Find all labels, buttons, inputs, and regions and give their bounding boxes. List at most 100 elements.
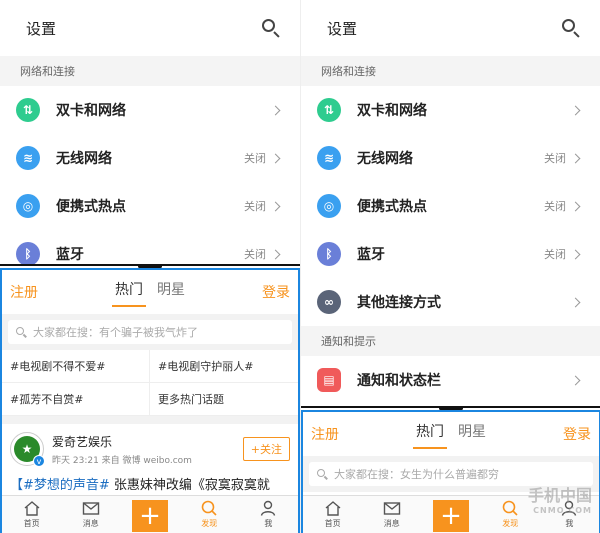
setting-row-wifi[interactable]: ≋ 无线网络 关闭 [0,134,300,182]
tab-profile[interactable]: 我 [239,496,298,533]
wifi-icon: ≋ [16,146,40,170]
tab-label: 首页 [23,519,40,528]
post-body: 张惠妹神改编《寂寞寂寞就 [109,478,270,493]
row-label: 通知和状态栏 [357,373,441,389]
plus-icon: + [132,499,168,532]
profile-icon [261,500,276,516]
row-value: 关闭 [544,200,566,213]
hotspot-icon: ◎ [317,194,341,218]
search-bar-wrap: 大家都在搜：有个骗子被我气炸了 [2,314,298,350]
tab-discover[interactable]: 发现 [180,496,239,533]
weibo-tabs: 热门 明星 [112,279,185,307]
compose-button[interactable]: + [421,496,480,533]
tab-messages[interactable]: 消息 [362,496,421,533]
section-header: 通知和提示 [301,326,600,356]
dual-sim-icon: ⇅ [317,98,341,122]
weibo-app-window: 注册 热门 明星 登录 大家都在搜：有个骗子被我气炸了 #电视剧不得不爱# #电… [0,268,300,533]
right-split-screen: 设置 网络和连接 ⇅ 双卡和网络 ≋ 无线网络 关闭 ◎ 便携式热点 关闭 ᛒ … [300,0,600,533]
feed-post[interactable]: ★ v 爱奇艺娱乐 昨天 23:21 来自 微博 weibo.com +关注 【#… [2,424,298,493]
settings-header: 设置 [0,0,300,56]
tab-stars[interactable]: 明星 [157,279,185,305]
row-value: 关闭 [244,200,266,213]
tab-label: 我 [264,519,273,528]
cnmo-watermark: 手机中国 CNMO.COM [528,482,592,515]
register-link[interactable]: 注册 [311,424,339,444]
discover-icon [201,500,217,516]
plus-icon: + [433,499,469,532]
home-icon [325,501,341,516]
row-value: 关闭 [544,248,566,261]
settings-header: 设置 [301,0,600,56]
settings-title: 设置 [26,19,57,38]
chevron-right-icon [570,153,581,163]
row-label: 便携式热点 [56,199,126,215]
setting-row-hotspot[interactable]: ◎ 便携式热点 关闭 [0,182,300,230]
search-input[interactable]: 大家都在搜：有个骗子被我气炸了 [8,320,292,344]
setting-row-bluetooth[interactable]: ᛒ 蓝牙 关闭 [301,230,600,278]
tab-label: 首页 [324,519,341,528]
post-hashtag[interactable]: 【#梦想的声音# [10,478,110,493]
post-text[interactable]: 【#梦想的声音# 张惠妹神改编《寂寞寂寞就 [10,474,290,493]
setting-row-hotspot[interactable]: ◎ 便携式热点 关闭 [301,182,600,230]
tab-label: 消息 [82,519,99,528]
more-topics-link[interactable]: 更多热门话题 [150,383,298,416]
chevron-right-icon [570,249,581,259]
row-label: 其他连接方式 [357,295,441,311]
row-value: 关闭 [244,152,266,165]
row-value: 关闭 [244,248,266,261]
tab-messages[interactable]: 消息 [61,496,120,533]
tab-stars[interactable]: 明星 [458,421,486,447]
chevron-right-icon [270,249,281,259]
home-icon [24,501,40,516]
topic-item[interactable]: #孤芳不自赏# [2,383,150,416]
follow-button[interactable]: +关注 [242,437,290,461]
bluetooth-icon: ᛒ [16,242,40,266]
row-label: 蓝牙 [56,247,84,263]
message-icon [383,502,400,515]
row-label: 双卡和网络 [56,103,126,119]
post-time: 昨天 23:21 来自 微博 weibo.com [52,455,192,466]
post-meta: 爱奇艺娱乐 昨天 23:21 来自 微博 weibo.com [52,433,243,466]
setting-row-wifi[interactable]: ≋ 无线网络 关闭 [301,134,600,182]
row-label: 无线网络 [357,151,413,167]
chevron-right-icon [270,105,281,115]
register-link[interactable]: 注册 [10,282,38,302]
setting-row-notifications[interactable]: ▤ 通知和状态栏 [301,356,600,404]
search-icon[interactable] [560,17,582,39]
row-label: 蓝牙 [357,247,385,263]
topic-item[interactable]: #电视剧不得不爱# [2,350,150,383]
tab-hot[interactable]: 热门 [413,421,447,449]
section-header: 网络和连接 [301,56,600,86]
search-placeholder: 大家都在搜：有个骗子被我气炸了 [33,326,198,339]
search-icon [16,326,27,338]
bottom-tab-bar: 首页 消息 + 发现 我 [2,495,298,533]
topic-item[interactable]: #电视剧守护丽人# [150,350,298,383]
post-author[interactable]: 爱奇艺娱乐 [52,433,243,450]
settings-title: 设置 [327,19,358,38]
wifi-icon: ≋ [317,146,341,170]
watermark-sub: CNMO.COM [533,506,592,515]
notification-icon: ▤ [317,368,341,392]
weibo-nav-bar: 注册 热门 明星 登录 [303,412,599,456]
row-label: 双卡和网络 [357,103,427,119]
tab-hot[interactable]: 热门 [112,279,146,307]
divider [2,416,298,424]
bluetooth-icon: ᛒ [317,242,341,266]
hotspot-icon: ◎ [16,194,40,218]
section-header: 网络和连接 [0,56,300,86]
setting-row-other-connections[interactable]: ∞ 其他连接方式 [301,278,600,326]
compose-button[interactable]: + [120,496,179,533]
message-icon [82,502,99,515]
login-link[interactable]: 登录 [262,282,290,302]
search-placeholder: 大家都在搜：女生为什么普遍都穷 [334,468,499,481]
login-link[interactable]: 登录 [563,424,591,444]
row-label: 便携式热点 [357,199,427,215]
dual-sim-icon: ⇅ [16,98,40,122]
search-icon[interactable] [260,17,282,39]
tab-home[interactable]: 首页 [303,496,362,533]
search-icon [317,468,328,480]
tab-home[interactable]: 首页 [2,496,61,533]
avatar[interactable]: ★ v [10,432,45,467]
setting-row-dual-sim[interactable]: ⇅ 双卡和网络 [0,86,300,134]
setting-row-dual-sim[interactable]: ⇅ 双卡和网络 [301,86,600,134]
